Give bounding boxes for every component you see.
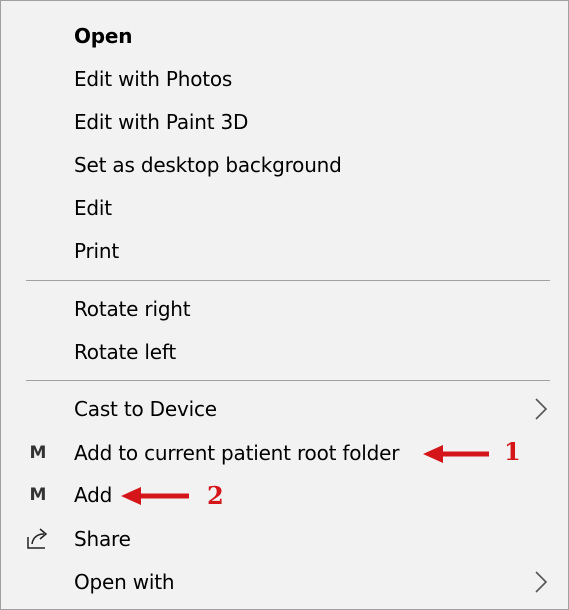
menu-separator bbox=[26, 280, 550, 281]
menu-item-label: Rotate right bbox=[74, 297, 191, 321]
menu-item-label: Edit with Photos bbox=[74, 67, 233, 91]
menu-item-print[interactable]: Print bbox=[1, 229, 568, 273]
menu-item-label: Set as desktop background bbox=[74, 153, 342, 177]
share-icon bbox=[27, 528, 48, 549]
menu-separator bbox=[26, 380, 550, 381]
chevron-right-icon bbox=[535, 398, 548, 420]
menu-item-label: Add bbox=[74, 483, 113, 507]
annotation-arrow-icon bbox=[423, 445, 489, 463]
m-app-icon: M bbox=[27, 442, 49, 464]
menu-item-edit-with-photos[interactable]: Edit with Photos bbox=[1, 57, 568, 101]
menu-item-label: Add to current patient root folder bbox=[74, 441, 400, 465]
annotation-number: 1 bbox=[504, 437, 521, 466]
menu-item-label: Open with bbox=[74, 570, 175, 594]
menu-item-cast-to-device[interactable]: Cast to Device bbox=[1, 387, 568, 431]
menu-item-label: Print bbox=[74, 239, 120, 263]
menu-item-share[interactable]: Share bbox=[1, 517, 568, 561]
menu-item-rotate-left[interactable]: Rotate left bbox=[1, 330, 568, 374]
menu-item-label: Rotate left bbox=[74, 340, 177, 364]
menu-item-open[interactable]: Open bbox=[1, 14, 568, 58]
menu-item-label: Open bbox=[74, 24, 133, 48]
menu-item-label: Edit bbox=[74, 196, 112, 220]
menu-item-edit-with-paint-3d[interactable]: Edit with Paint 3D bbox=[1, 100, 568, 144]
menu-item-label: Edit with Paint 3D bbox=[74, 110, 249, 134]
context-menu: Open Edit with Photos Edit with Paint 3D… bbox=[0, 0, 569, 610]
m-app-icon: M bbox=[27, 484, 49, 506]
annotation-number: 2 bbox=[207, 481, 224, 510]
menu-item-open-with[interactable]: Open with bbox=[1, 560, 568, 604]
menu-item-add[interactable]: M Add bbox=[1, 473, 568, 517]
menu-item-label: Share bbox=[74, 527, 131, 551]
menu-item-rotate-right[interactable]: Rotate right bbox=[1, 287, 568, 331]
chevron-right-icon bbox=[535, 571, 548, 593]
menu-item-label: Cast to Device bbox=[74, 397, 217, 421]
menu-item-set-as-desktop-background[interactable]: Set as desktop background bbox=[1, 143, 568, 187]
menu-item-edit[interactable]: Edit bbox=[1, 186, 568, 230]
annotation-arrow-icon bbox=[121, 487, 189, 505]
